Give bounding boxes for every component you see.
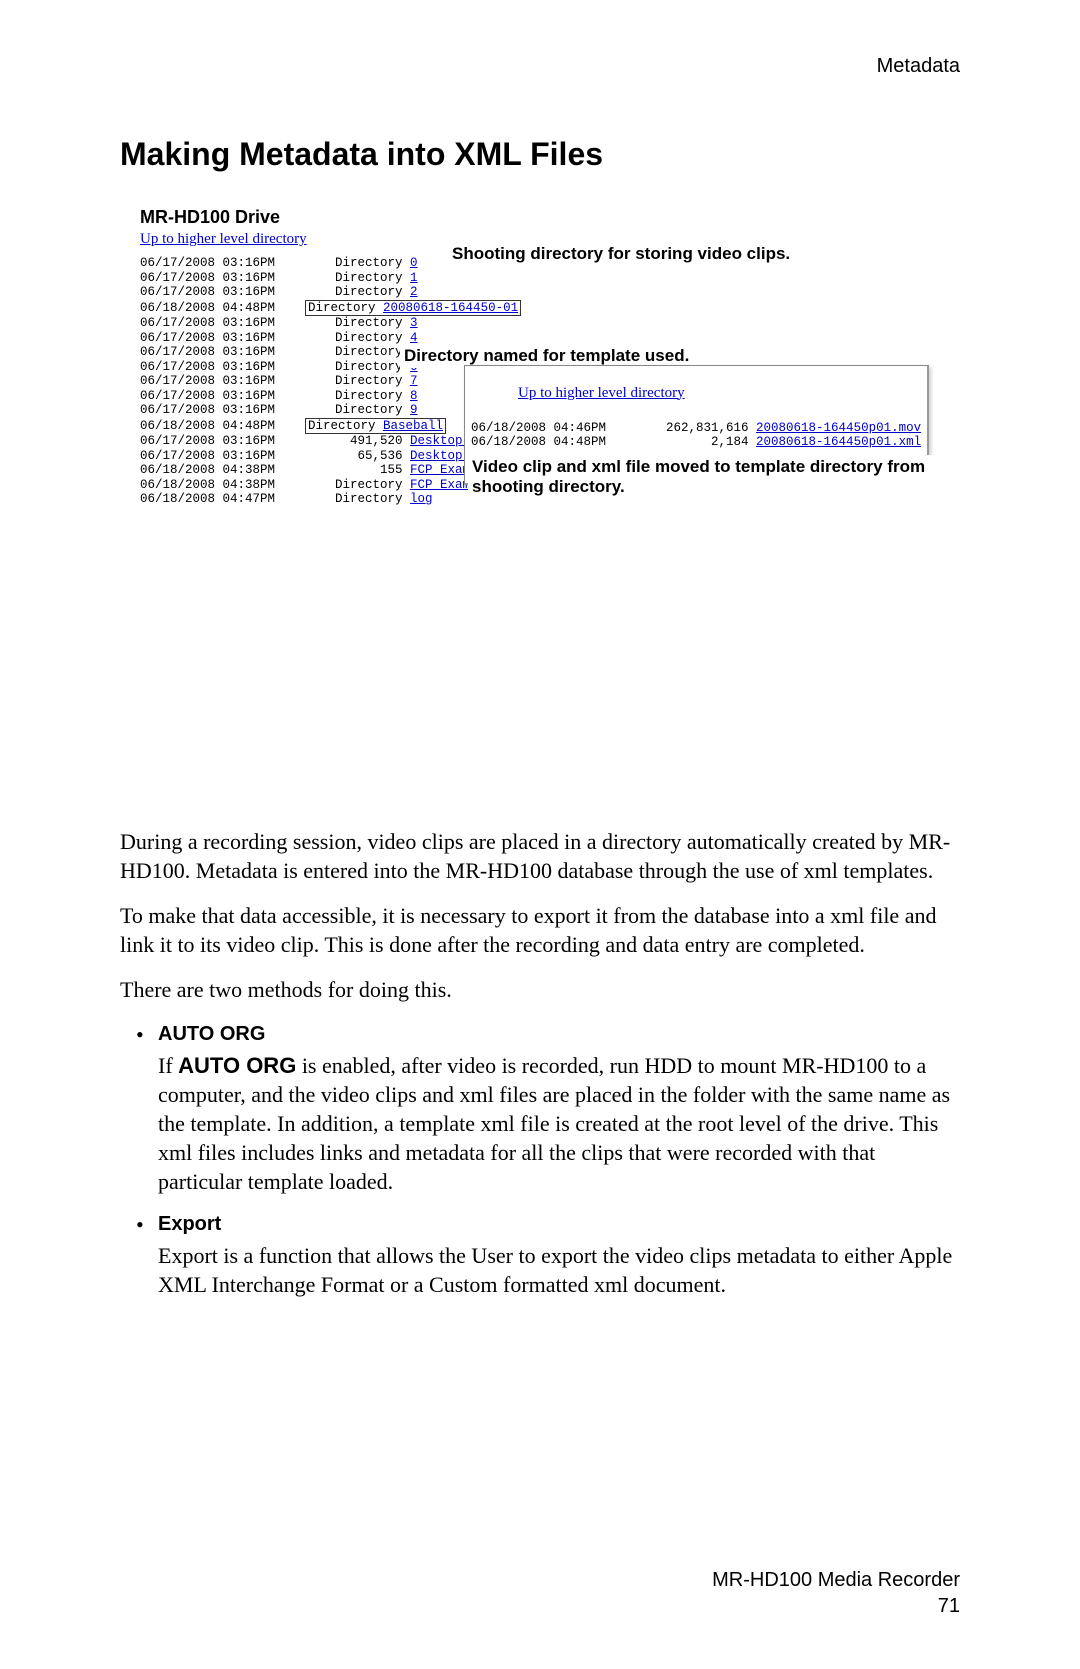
list-item: 06/18/2008 04:46PM 262,831,616 20080618-… xyxy=(471,421,921,436)
dir-link[interactable]: 4 xyxy=(410,331,418,345)
footer-product: MR-HD100 Media Recorder xyxy=(712,1567,960,1593)
highlighted-shooting-dir: Directory 20080618-164450-01 xyxy=(305,300,521,317)
dir-link[interactable]: 20080618-164450-01 xyxy=(383,301,518,315)
list-item: 06/17/2008 03:16PM Directory 3 xyxy=(140,316,960,331)
bold-term: AUTO ORG xyxy=(178,1053,296,1078)
file-link[interactable]: 20080618-164450p01.mov xyxy=(756,421,921,435)
method-desc: If AUTO ORG is enabled, after video is r… xyxy=(158,1051,960,1196)
method-item: ExportExport is a function that allows t… xyxy=(158,1210,960,1299)
up-directory-link[interactable]: Up to higher level directory xyxy=(140,231,307,248)
list-item: 06/17/2008 03:16PM Directory 2 xyxy=(140,285,960,300)
sub-up-directory-link[interactable]: Up to higher level directory xyxy=(518,386,685,401)
page-footer: MR-HD100 Media Recorder 71 xyxy=(712,1567,960,1619)
method-name: Export xyxy=(158,1210,960,1239)
file-link[interactable]: 20080618-164450p01.xml xyxy=(756,435,921,449)
dir-link[interactable]: 0 xyxy=(410,256,418,270)
method-item: AUTO ORGIf AUTO ORG is enabled, after vi… xyxy=(158,1020,960,1196)
list-item: 06/18/2008 04:48PM Directory 20080618-16… xyxy=(140,300,960,317)
paragraph-2: To make that data accessible, it is nece… xyxy=(120,901,960,959)
method-name: AUTO ORG xyxy=(158,1020,960,1049)
drive-title: MR-HD100 Drive xyxy=(140,207,960,228)
dir-link[interactable]: 1 xyxy=(410,271,418,285)
directory-figure: MR-HD100 Drive Up to higher level direct… xyxy=(140,207,960,507)
highlighted-template-dir: Directory Baseball xyxy=(305,418,446,435)
dir-link[interactable]: 8 xyxy=(410,389,418,403)
dir-link[interactable]: 2 xyxy=(410,285,418,299)
dir-link[interactable]: Baseball xyxy=(383,419,443,433)
callout-files-moved: Video clip and xml file moved to templat… xyxy=(468,455,960,499)
body-text: During a recording session, video clips … xyxy=(120,827,960,1299)
list-item: 06/17/2008 03:16PM Directory 4 xyxy=(140,331,960,346)
dir-link[interactable]: log xyxy=(410,492,433,506)
dir-link[interactable]: 9 xyxy=(410,403,418,417)
methods-list: AUTO ORGIf AUTO ORG is enabled, after vi… xyxy=(158,1020,960,1299)
section-header: Metadata xyxy=(120,55,960,78)
callout-shooting-dir: Shooting directory for storing video cli… xyxy=(448,242,794,266)
list-item: 06/18/2008 04:48PM 2,184 20080618-164450… xyxy=(471,435,921,450)
footer-pagenum: 71 xyxy=(712,1593,960,1619)
paragraph-1: During a recording session, video clips … xyxy=(120,827,960,885)
method-desc: Export is a function that allows the Use… xyxy=(158,1241,960,1299)
list-item: 06/17/2008 03:16PM Directory 1 xyxy=(140,271,960,286)
sub-directory-listing: 06/18/2008 04:46PM 262,831,616 20080618-… xyxy=(471,421,921,450)
paragraph-3: There are two methods for doing this. xyxy=(120,975,960,1004)
dir-link[interactable]: 7 xyxy=(410,374,418,388)
dir-link[interactable]: 3 xyxy=(410,316,418,330)
page-title: Making Metadata into XML Files xyxy=(120,136,960,173)
